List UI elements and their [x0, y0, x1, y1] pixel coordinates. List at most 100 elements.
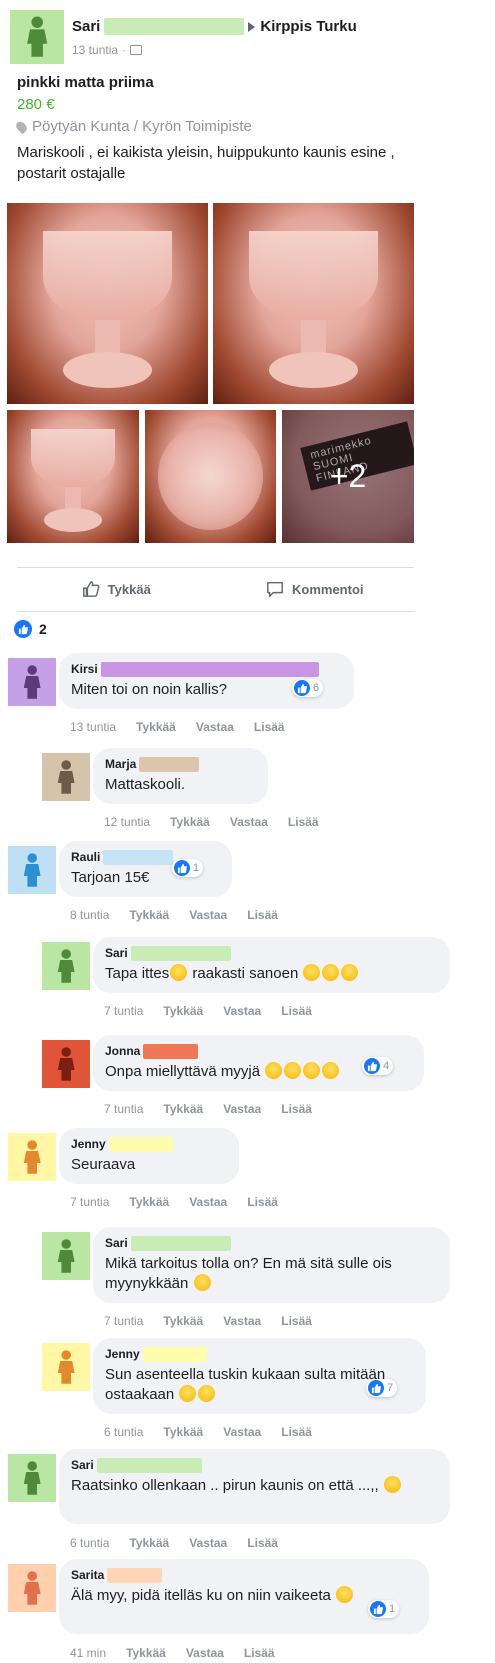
comment-reply-button[interactable]: Vastaa — [189, 908, 227, 922]
commenter-avatar[interactable] — [8, 1564, 56, 1612]
comment-reaction-count[interactable]: 1 — [368, 1600, 400, 1618]
comment-bubble[interactable]: Sari Mikä tarkoitus tolla on? En mä sitä … — [93, 1227, 450, 1303]
commenter-avatar[interactable] — [8, 658, 56, 706]
photo-5[interactable]: marimekko SUOMI FINLAND +2 — [282, 410, 414, 543]
author-avatar[interactable] — [10, 10, 64, 64]
post-author[interactable]: Sari Kirppis Turku — [72, 18, 357, 35]
comment-like-button[interactable]: Tykkää — [170, 815, 210, 829]
person-icon — [57, 949, 75, 983]
comment-bubble[interactable]: Marja Mattaskooli. — [93, 748, 268, 804]
comment-author[interactable]: Sari — [71, 1457, 438, 1473]
comment-reaction-count[interactable]: 4 — [362, 1057, 394, 1075]
comment-like-button[interactable]: Tykkää — [136, 720, 176, 734]
comment-more-button[interactable]: Lisää — [247, 908, 278, 922]
comment-time[interactable]: 7 tuntia — [104, 1314, 143, 1328]
comment-text-content: Tarjoan 15€ — [71, 869, 150, 886]
comment-more-button[interactable]: Lisää — [244, 1646, 275, 1660]
comment-like-button[interactable]: Tykkää — [163, 1314, 203, 1328]
post-time[interactable]: 13 tuntia — [72, 43, 118, 57]
comment-time[interactable]: 7 tuntia — [70, 1195, 109, 1209]
comment-author-name[interactable]: Rauli — [71, 850, 100, 864]
photo-4[interactable] — [145, 410, 276, 543]
photo-2[interactable] — [213, 203, 414, 404]
comment-reply-button[interactable]: Vastaa — [223, 1314, 261, 1328]
group-name[interactable]: Kirppis Turku — [260, 18, 356, 35]
comment-author-name[interactable]: Sari — [105, 946, 128, 960]
more-photos-overlay[interactable]: +2 — [282, 410, 414, 543]
comment-more-button[interactable]: Lisää — [281, 1004, 312, 1018]
comment-reply-button[interactable]: Vastaa — [189, 1536, 227, 1550]
comment-reply-button[interactable]: Vastaa — [189, 1195, 227, 1209]
comment-time[interactable]: 8 tuntia — [70, 908, 109, 922]
comment-like-button[interactable]: Tykkää — [129, 908, 169, 922]
comment-author[interactable]: Sarita — [71, 1567, 417, 1583]
author-name[interactable]: Sari — [72, 18, 100, 35]
author-surname-redacted — [108, 1136, 173, 1152]
comment-author-name[interactable]: Marja — [105, 757, 136, 771]
comment-time[interactable]: 7 tuntia — [104, 1004, 143, 1018]
comment-like-button[interactable]: Tykkää — [163, 1004, 203, 1018]
commenter-avatar[interactable] — [8, 1454, 56, 1502]
comment-bubble[interactable]: Jenny Sun asenteella tuskin kukaan sulta … — [93, 1338, 426, 1414]
comment-author-name[interactable]: Sari — [105, 1236, 128, 1250]
comment-author-name[interactable]: Jenny — [105, 1347, 140, 1361]
comment-reply-button[interactable]: Vastaa — [223, 1102, 261, 1116]
comment-time[interactable]: 13 tuntia — [70, 720, 116, 734]
comment-more-button[interactable]: Lisää — [281, 1102, 312, 1116]
commenter-avatar[interactable] — [42, 942, 90, 990]
comment-author[interactable]: Sari — [105, 1235, 438, 1251]
comment-author[interactable]: Kirsi — [71, 661, 342, 677]
comment-author[interactable]: Marja — [105, 756, 256, 772]
comment-more-button[interactable]: Lisää — [281, 1425, 312, 1439]
reaction-summary[interactable]: 2 — [14, 620, 47, 638]
comment-like-button[interactable]: Tykkää — [126, 1646, 166, 1660]
commenter-avatar[interactable] — [42, 753, 90, 801]
comment-author[interactable]: Jonna — [105, 1043, 412, 1059]
comment-bubble[interactable]: Sarita Älä myy, pidä itelläs ku on niin v… — [59, 1559, 429, 1634]
commenter-avatar[interactable] — [42, 1232, 90, 1280]
photo-3[interactable] — [7, 410, 139, 543]
comment-reply-button[interactable]: Vastaa — [186, 1646, 224, 1660]
comment-author-name[interactable]: Sari — [71, 1458, 94, 1472]
comment-author-name[interactable]: Jonna — [105, 1044, 140, 1058]
comment-more-button[interactable]: Lisää — [254, 720, 285, 734]
comment-reaction-count[interactable]: 6 — [292, 679, 324, 697]
comment-like-button[interactable]: Tykkää — [129, 1195, 169, 1209]
photo-1[interactable] — [7, 203, 208, 404]
commenter-avatar[interactable] — [42, 1040, 90, 1088]
comment-time[interactable]: 41 min — [70, 1646, 106, 1660]
comment-author-name[interactable]: Kirsi — [71, 662, 98, 676]
commenter-avatar[interactable] — [8, 1133, 56, 1181]
comment-time[interactable]: 6 tuntia — [70, 1536, 109, 1550]
like-button[interactable]: Tykkää — [17, 568, 216, 610]
comment-like-button[interactable]: Tykkää — [129, 1536, 169, 1550]
comment-author-name[interactable]: Sarita — [71, 1568, 104, 1582]
comment-reply-button[interactable]: Vastaa — [223, 1004, 261, 1018]
comment-bubble[interactable]: Sari Raatsinko ollenkaan .. pirun kaunis … — [59, 1449, 450, 1524]
like-reaction-icon — [174, 860, 190, 876]
comment-more-button[interactable]: Lisää — [247, 1536, 278, 1550]
comment-author[interactable]: Jenny — [105, 1346, 414, 1362]
comment-author[interactable]: Sari — [105, 945, 438, 961]
comment-bubble[interactable]: Rauli Tarjoan 15€ — [59, 841, 232, 897]
comment-reply-button[interactable]: Vastaa — [196, 720, 234, 734]
comment-author-name[interactable]: Jenny — [71, 1137, 106, 1151]
comment-like-button[interactable]: Tykkää — [163, 1425, 203, 1439]
comment-reply-button[interactable]: Vastaa — [230, 815, 268, 829]
comment-reaction-count[interactable]: 7 — [366, 1379, 398, 1397]
commenter-avatar[interactable] — [42, 1343, 90, 1391]
comment-more-button[interactable]: Lisää — [247, 1195, 278, 1209]
comment-bubble[interactable]: Sari Tapa ittes raakasti sanoen — [93, 937, 450, 993]
comment-time[interactable]: 7 tuntia — [104, 1102, 143, 1116]
comment-more-button[interactable]: Lisää — [288, 815, 319, 829]
comment-bubble[interactable]: Jenny Seuraava — [59, 1128, 239, 1184]
comment-more-button[interactable]: Lisää — [281, 1314, 312, 1328]
comment-reaction-count[interactable]: 1 — [172, 859, 204, 877]
comment-button[interactable]: Kommentoi — [216, 568, 415, 610]
comment-author[interactable]: Jenny — [71, 1136, 227, 1152]
comment-like-button[interactable]: Tykkää — [163, 1102, 203, 1116]
comment-time[interactable]: 6 tuntia — [104, 1425, 143, 1439]
commenter-avatar[interactable] — [8, 846, 56, 894]
comment-reply-button[interactable]: Vastaa — [223, 1425, 261, 1439]
comment-time[interactable]: 12 tuntia — [104, 815, 150, 829]
